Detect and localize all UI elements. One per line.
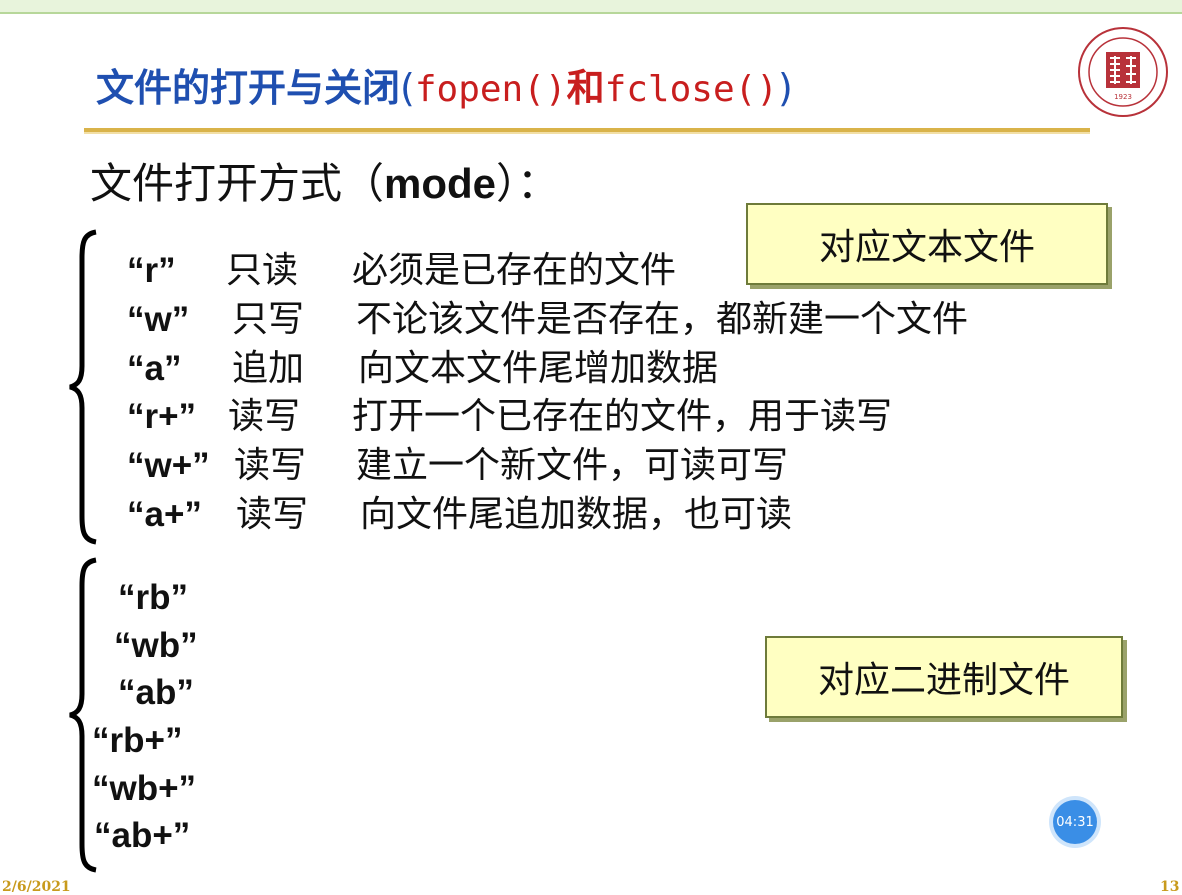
text-mode-description: 向文件尾追加数据，也可读 <box>360 494 793 535</box>
timer-badge[interactable]: 04:31 <box>1053 800 1097 844</box>
text-mode-description: 不论该文件是否存在，都新建一个文件 <box>356 299 969 340</box>
text-mode-operation: 只写 <box>232 299 305 340</box>
text-mode-row: “r+” 读写 打开一个已存在的文件，用于读写 <box>127 394 1027 440</box>
text-mode-code: “a” <box>127 349 182 388</box>
text-mode-operation: 读写 <box>236 494 309 535</box>
text-mode-code: “a+” <box>127 495 202 534</box>
text-mode-row: “r” 只读 必须是已存在的文件 <box>127 248 1027 294</box>
text-mode-row: “w+” 读写 建立一个新文件，可读可写 <box>127 443 1027 489</box>
title-and: 和 <box>566 66 605 110</box>
text-mode-code: “r” <box>127 251 176 290</box>
text-mode-row: “w” 只写 不论该文件是否存在，都新建一个文件 <box>127 297 1027 343</box>
binary-mode-code: “wb” <box>114 626 198 665</box>
text-mode-operation: 读写 <box>234 445 307 486</box>
mode-heading: 文件打开方式（mode）： <box>90 156 559 212</box>
logo-year: 1923 <box>1114 93 1132 101</box>
text-mode-description: 建立一个新文件，可读可写 <box>356 445 789 486</box>
binary-mode-code: “ab” <box>118 673 194 712</box>
heading-end: ）： <box>496 159 560 208</box>
text-mode-operation: 追加 <box>232 348 305 389</box>
binary-mode-code: “rb+” <box>92 721 183 760</box>
top-band <box>0 0 1182 14</box>
university-seal-logo: 1923 <box>1078 27 1168 117</box>
text-mode-description: 向文本文件尾增加数据 <box>358 348 719 389</box>
slide-title: 文件的打开与关闭(fopen()和fclose()) <box>96 62 793 116</box>
text-mode-description: 必须是已存在的文件 <box>352 250 677 291</box>
text-modes-brace <box>69 229 97 545</box>
text-mode-operation: 读写 <box>228 396 301 437</box>
title-chinese: 文件的打开与关闭 <box>96 66 401 110</box>
binary-mode-code: “ab+” <box>94 816 191 855</box>
text-mode-operation: 只读 <box>226 250 299 291</box>
text-mode-description: 打开一个已存在的文件，用于读写 <box>352 396 893 437</box>
title-underline <box>84 128 1090 134</box>
heading-mode: mode <box>384 160 497 207</box>
binary-mode-code: “wb+” <box>92 769 197 808</box>
text-mode-code: “w+” <box>127 446 210 485</box>
title-paren-close: ) <box>777 66 793 110</box>
title-fopen: fopen() <box>414 69 567 110</box>
binary-file-callout: 对应二进制文件 <box>765 636 1123 718</box>
text-mode-code: “w” <box>127 300 190 339</box>
title-paren-open: ( <box>400 66 415 110</box>
title-fclose: fclose() <box>604 69 778 110</box>
timer-text: 04:31 <box>1056 814 1094 830</box>
binary-mode-code: “rb” <box>118 578 188 617</box>
text-mode-row: “a+” 读写 向文件尾追加数据，也可读 <box>127 492 1027 538</box>
text-mode-row: “a” 追加 向文本文件尾增加数据 <box>127 346 1027 392</box>
text-mode-code: “r+” <box>127 397 197 436</box>
binary-file-callout-label: 对应二进制文件 <box>817 660 1070 701</box>
heading-chinese: 文件打开方式（ <box>90 159 385 208</box>
